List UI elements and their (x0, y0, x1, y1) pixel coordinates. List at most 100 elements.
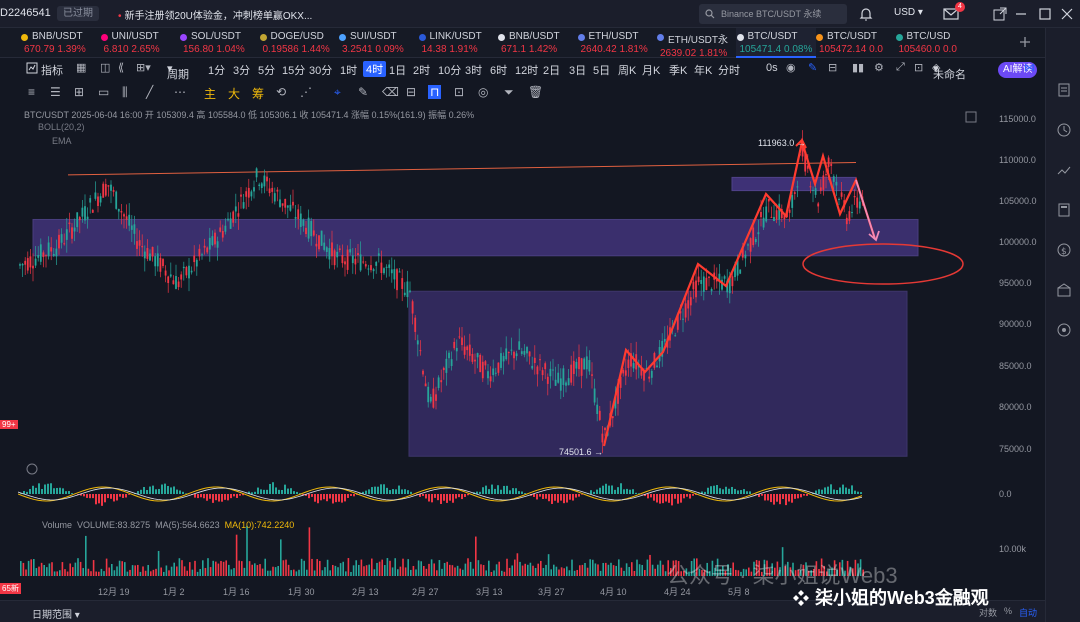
filter-icon[interactable]: ⏷ (504, 85, 514, 100)
candle-body (297, 209, 300, 220)
interval-13[interactable]: 2日 (543, 62, 560, 78)
interval-1[interactable]: 3分 (233, 62, 250, 78)
interval-9[interactable]: 10分 (438, 62, 461, 78)
big-label[interactable]: 大 (228, 85, 240, 102)
ruler-icon[interactable]: ⋰ (300, 85, 312, 99)
interval-10[interactable]: 3时 (465, 62, 482, 78)
interval-17[interactable]: 月K (642, 62, 660, 78)
interval-2[interactable]: 5分 (258, 62, 275, 78)
lock-icon[interactable]: ⊡ (454, 85, 464, 99)
calculator-icon[interactable] (1056, 202, 1072, 218)
share-icon[interactable]: ⋈ (1024, 61, 1035, 74)
popout-icon[interactable] (991, 5, 1009, 23)
maximize-icon[interactable] (1036, 5, 1054, 23)
search-input[interactable]: Binance BTC/USDT 永续 (699, 4, 847, 24)
macd-bar (845, 487, 847, 494)
interval-19[interactable]: 年K (694, 62, 712, 78)
notice-text[interactable]: • 新手注册领20U体验金，冲刺榜单赢OKX... (118, 7, 312, 22)
snapshot-icon[interactable]: ⊡ (914, 61, 923, 74)
channel-icon[interactable]: ⊞ (74, 85, 84, 99)
tab-sol-usdt[interactable]: SOL/USDT 156.80 1.04% (179, 28, 259, 58)
hlines-icon[interactable]: ☰ (50, 85, 61, 99)
macd-bar (152, 485, 154, 494)
interval-7[interactable]: 1日 (389, 62, 406, 78)
interval-0[interactable]: 1分 (208, 62, 225, 78)
rect-icon[interactable]: ▭ (98, 85, 109, 99)
volume-bar (560, 567, 563, 576)
volume-bar (454, 567, 456, 576)
interval-4[interactable]: 30分 (309, 62, 332, 78)
bars-icon[interactable]: ▮▮ (852, 61, 864, 74)
candle-body (370, 265, 372, 271)
period-dropdown[interactable]: 周期 ▾ (167, 62, 189, 81)
candle-body (229, 218, 232, 229)
unnamed-layout[interactable]: 未命名 ▾ (933, 62, 966, 81)
currency-select[interactable]: USD ▾ (894, 7, 923, 18)
interval-11[interactable]: 6时 (490, 62, 507, 78)
tab-btc-usd[interactable]: BTC/USD 105460.0 0.0 (895, 28, 975, 58)
tab-sui-usdt[interactable]: SUI/USDT 3.2541 0.09% (338, 28, 418, 58)
chips-label[interactable]: 筹 (252, 85, 264, 102)
refresh-icon[interactable]: ⟲ (276, 85, 286, 99)
main-label[interactable]: 主 (204, 85, 216, 102)
compare-icon[interactable]: ◫ (100, 61, 110, 74)
clock-icon[interactable] (1056, 122, 1072, 138)
tab-eth-usdt-[interactable]: ETH/USDT永 2639.02 1.81% (656, 28, 736, 59)
interval-18[interactable]: 季K (669, 62, 687, 78)
tab-bnb-usdt[interactable]: BNB/USDT 670.79 1.39% (20, 28, 100, 58)
auto-toggle[interactable]: 自动 (1019, 606, 1037, 619)
pitchfork-icon[interactable]: ⋯ (174, 85, 186, 99)
candle-type-icon[interactable]: ⊞▾ (136, 61, 151, 74)
target-icon[interactable] (1056, 322, 1072, 338)
volume-bar (92, 560, 95, 576)
dollar-icon[interactable]: $ (1056, 242, 1072, 258)
chart-line-icon[interactable] (1056, 162, 1072, 178)
layout-icon[interactable]: ▦ (76, 61, 86, 74)
trash-icon[interactable]: 🗑 (528, 85, 543, 99)
close-icon[interactable] (1058, 5, 1076, 23)
interval-6[interactable]: 4时 (363, 61, 387, 77)
interval-16[interactable]: 周K (618, 62, 636, 78)
bell-icon[interactable] (857, 5, 875, 23)
bank-icon[interactable] (1056, 282, 1072, 298)
volume-bar (657, 564, 659, 576)
lines-icon[interactable]: ≡ (28, 85, 35, 99)
interval-8[interactable]: 2时 (413, 62, 430, 78)
minimize-icon[interactable] (1012, 5, 1030, 23)
interval-14[interactable]: 3日 (569, 62, 586, 78)
cursor-icon[interactable]: ⌖ (334, 85, 341, 100)
zoom-icon[interactable]: ⟪ (118, 61, 124, 74)
orders-icon[interactable] (1056, 82, 1072, 98)
magnet-icon[interactable]: ⊓ (428, 85, 442, 99)
settings-icon[interactable]: ⚙ (874, 61, 884, 74)
scale-icon[interactable] (964, 110, 978, 124)
tab-link-usdt[interactable]: LINK/USDT 14.38 1.91% (418, 28, 498, 58)
interval-5[interactable]: 1时 (340, 62, 357, 78)
tab-btc-usdt[interactable]: BTC/USDT 105472.14 0.0 (815, 28, 895, 58)
fullscreen-icon[interactable]: ⤢ (896, 61, 905, 74)
date-range-button[interactable]: 日期范围 ▾ (32, 606, 80, 621)
fib-icon[interactable]: ⫼ (122, 85, 128, 100)
macd-toggle-icon[interactable] (26, 463, 38, 475)
trendline-icon[interactable]: ╱ (146, 85, 153, 99)
tab-bnb-usdt[interactable]: BNB/USDT 671.1 1.42% (497, 28, 577, 58)
draw-icon[interactable]: ✎ (808, 61, 817, 74)
measure-icon[interactable]: ⊟ (406, 85, 416, 99)
eye-icon[interactable]: ◎ (478, 85, 488, 99)
template-icon[interactable]: ⊟ (828, 61, 837, 74)
price-axis[interactable]: 115000.0 110000.0 105000.0 100000.0 95000.0 9… (995, 104, 1045, 584)
interval-20[interactable]: 分时 (718, 62, 740, 78)
brush-icon[interactable]: ✎ (358, 85, 368, 99)
interval-12[interactable]: 12时 (515, 62, 538, 78)
interval-3[interactable]: 15分 (282, 62, 305, 78)
indicators-button[interactable]: 指标 (41, 62, 63, 78)
eraser-icon[interactable]: ⌫ (382, 85, 399, 99)
camera-icon[interactable]: ◉ (786, 61, 796, 74)
tab-doge-usd[interactable]: DOGE/USD 0.19586 1.44% (259, 28, 339, 58)
tab-eth-usdt[interactable]: ETH/USDT 2640.42 1.81% (577, 28, 657, 58)
tab-uni-usdt[interactable]: UNI/USDT 6.810 2.65% (100, 28, 180, 58)
percent-toggle[interactable]: % (1004, 606, 1012, 616)
add-tab-icon[interactable] (1018, 35, 1032, 49)
interval-15[interactable]: 5日 (593, 62, 610, 78)
tab-btc-usdt[interactable]: BTC/USDT 105471.4 0.08% (735, 28, 816, 58)
